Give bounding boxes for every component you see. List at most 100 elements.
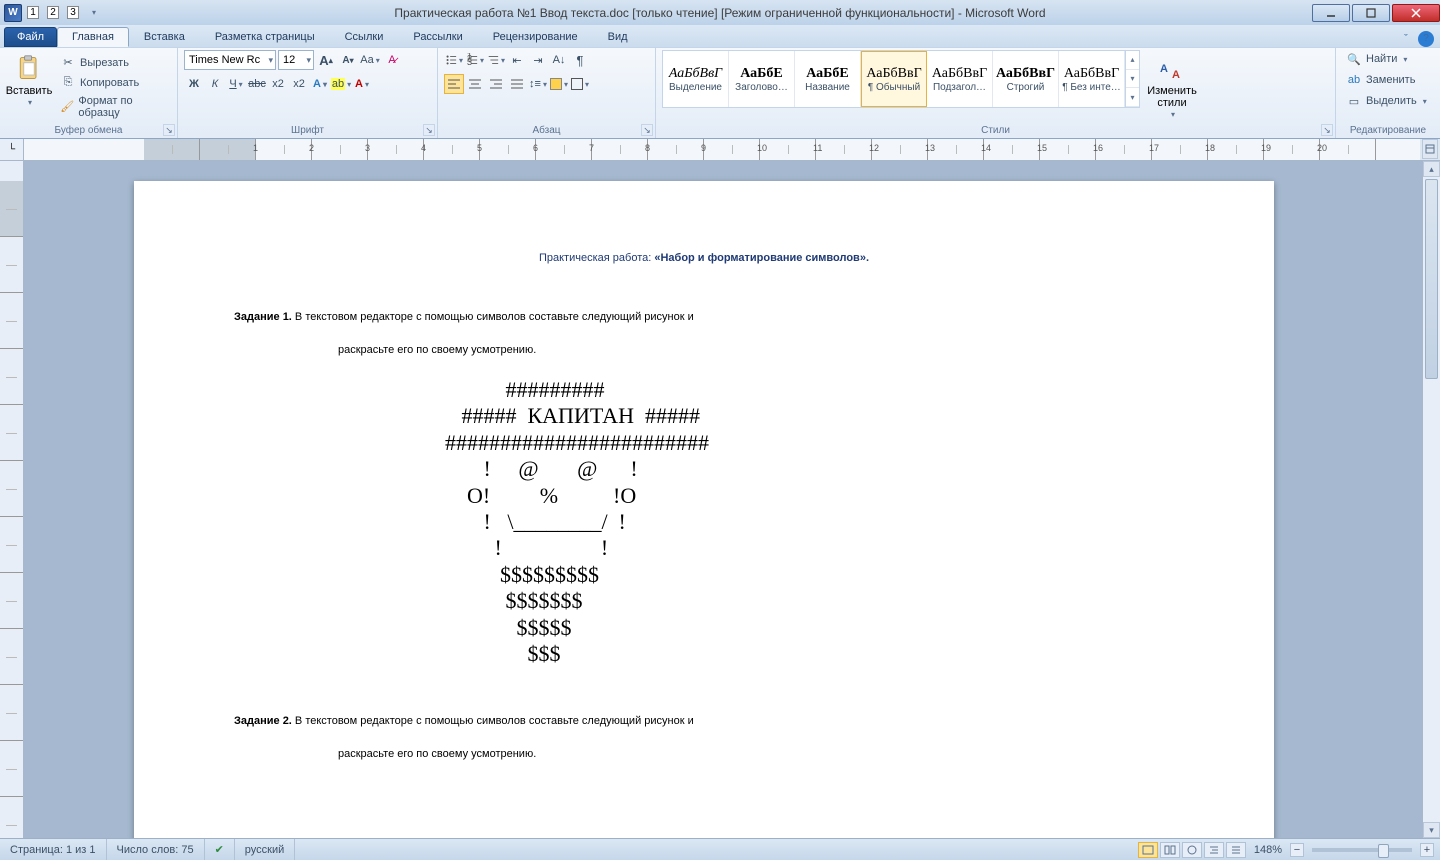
qat-btn-1[interactable]: 1 [24,4,42,22]
view-draft[interactable] [1226,842,1246,858]
font-color-button[interactable]: A▾ [352,74,372,94]
style-item-3[interactable]: АаБбВвГ¶ Обычный [861,51,927,107]
gallery-up-icon[interactable]: ▴ [1126,51,1139,70]
tab-review[interactable]: Рецензирование [478,27,593,47]
group-editing-label: Редактирование [1342,123,1434,138]
gallery-down-icon[interactable]: ▾ [1126,70,1139,89]
multilevel-button[interactable]: ▾ [486,50,506,70]
vertical-ruler[interactable] [0,161,24,838]
horizontal-ruler[interactable]: 1234567891011121314151617181920 [24,139,1420,160]
minimize-button[interactable] [1312,4,1350,22]
font-launcher-icon[interactable]: ↘ [423,124,435,136]
text-effects-button[interactable]: A▾ [310,74,330,94]
tab-insert[interactable]: Вставка [129,27,200,47]
bullets-button[interactable]: ▾ [444,50,464,70]
bold-button[interactable]: Ж [184,74,204,94]
zoom-in-button[interactable]: + [1420,843,1434,857]
view-web[interactable] [1182,842,1202,858]
word-app-icon[interactable]: W [4,4,22,22]
underline-button[interactable]: Ч▾ [226,74,246,94]
tab-mailings[interactable]: Рассылки [398,27,477,47]
subscript-button[interactable]: x2 [268,74,288,94]
zoom-level[interactable]: 148% [1254,844,1282,856]
scroll-thumb[interactable] [1425,179,1438,379]
increase-indent-button[interactable]: ⇥ [528,50,548,70]
group-clipboard: Вставить ▾ ✂Вырезать ⎘Копировать 🖌Формат… [0,48,178,138]
svg-text:3: 3 [467,56,472,67]
style-item-2[interactable]: АаБбЕНазвание [795,51,861,107]
italic-button[interactable]: К [205,74,225,94]
cut-button[interactable]: ✂Вырезать [56,54,171,72]
replace-button[interactable]: abЗаменить [1342,71,1434,89]
status-words[interactable]: Число слов: 75 [107,839,205,860]
qat-customize[interactable]: ▾ [84,4,102,22]
grow-font-button[interactable]: A▴ [316,50,336,70]
styles-gallery[interactable]: АаБбВвГВыделение АаБбЕЗаголово… АаБбЕНаз… [662,50,1140,108]
zoom-out-button[interactable]: − [1290,843,1304,857]
format-painter-button[interactable]: 🖌Формат по образцу [56,94,171,120]
view-print-layout[interactable] [1138,842,1158,858]
clipboard-launcher-icon[interactable]: ↘ [163,124,175,136]
status-page[interactable]: Страница: 1 из 1 [0,839,107,860]
paste-button[interactable]: Вставить ▾ [6,50,52,123]
vertical-scrollbar[interactable]: ▴ ▾ [1422,161,1440,838]
style-item-4[interactable]: АаБбВвГПодзагол… [927,51,993,107]
shrink-font-button[interactable]: A▾ [338,50,358,70]
highlight-button[interactable]: ab▾ [331,74,351,94]
decrease-indent-button[interactable]: ⇤ [507,50,527,70]
clear-format-button[interactable]: A̷ [382,50,402,70]
style-item-5[interactable]: АаБбВвГСтрогий [993,51,1059,107]
shading-button[interactable]: ▾ [549,74,569,94]
strike-button[interactable]: abc [247,74,267,94]
help-icon[interactable]: ? [1418,31,1434,47]
show-marks-button[interactable]: ¶ [570,50,590,70]
font-name-combo[interactable]: Times New Rc▾ [184,50,276,70]
align-right-button[interactable] [486,74,506,94]
group-editing: 🔍Найти▾ abЗаменить ▭Выделить▾ Редактиров… [1336,48,1440,138]
status-proofing[interactable]: ✔ [205,839,235,860]
tab-selector[interactable]: └ [0,139,24,160]
zoom-slider[interactable] [1312,848,1412,852]
view-full-read[interactable] [1160,842,1180,858]
svg-text:A: A [1160,63,1168,75]
tab-view[interactable]: Вид [593,27,643,47]
copy-icon: ⎘ [60,75,76,91]
qat-btn-3[interactable]: 3 [64,4,82,22]
change-case-button[interactable]: Aa▾ [360,50,380,70]
tab-home[interactable]: Главная [57,27,129,47]
ribbon-minimize-icon[interactable]: ˇ [1398,31,1414,47]
group-paragraph-label: Абзац [444,123,649,138]
justify-button[interactable] [507,74,527,94]
find-button[interactable]: 🔍Найти▾ [1342,50,1434,68]
gallery-spinner[interactable]: ▴▾▾ [1125,51,1139,107]
qat-btn-2[interactable]: 2 [44,4,62,22]
styles-launcher-icon[interactable]: ↘ [1321,124,1333,136]
close-button[interactable] [1392,4,1440,22]
ruler-toggle-button[interactable] [1422,139,1438,159]
style-item-0[interactable]: АаБбВвГВыделение [663,51,729,107]
document-canvas[interactable]: Практическая работа: «Набор и форматиров… [24,161,1422,838]
paragraph-launcher-icon[interactable]: ↘ [641,124,653,136]
status-language[interactable]: русский [235,839,295,860]
align-center-button[interactable] [465,74,485,94]
change-styles-button[interactable]: AA Изменить стили▾ [1144,50,1200,119]
view-outline[interactable] [1204,842,1224,858]
scroll-down-icon[interactable]: ▾ [1423,822,1440,838]
align-left-button[interactable] [444,74,464,94]
file-tab[interactable]: Файл [4,27,57,47]
numbering-button[interactable]: 123▾ [465,50,485,70]
maximize-button[interactable] [1352,4,1390,22]
select-button[interactable]: ▭Выделить▾ [1342,92,1434,110]
borders-button[interactable]: ▾ [570,74,590,94]
copy-button[interactable]: ⎘Копировать [56,74,171,92]
style-item-6[interactable]: АаБбВвГ¶ Без инте… [1059,51,1125,107]
tab-page-layout[interactable]: Разметка страницы [200,27,330,47]
font-size-combo[interactable]: 12▾ [278,50,314,70]
superscript-button[interactable]: x2 [289,74,309,94]
tab-references[interactable]: Ссылки [330,27,399,47]
gallery-more-icon[interactable]: ▾ [1126,88,1139,107]
scroll-up-icon[interactable]: ▴ [1423,161,1440,177]
sort-button[interactable]: A↓ [549,50,569,70]
style-item-1[interactable]: АаБбЕЗаголово… [729,51,795,107]
line-spacing-button[interactable]: ↕≡▾ [528,74,548,94]
